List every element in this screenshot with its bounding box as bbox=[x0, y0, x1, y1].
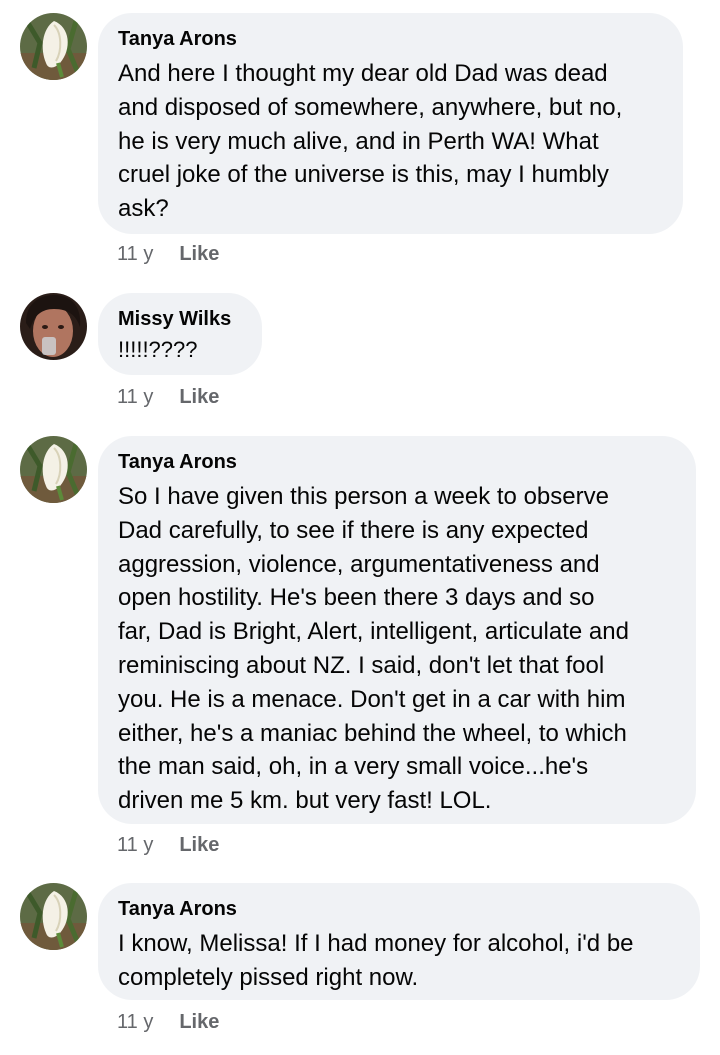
comment-timestamp[interactable]: 11 y bbox=[117, 1010, 153, 1034]
comment-meta: 11 y Like bbox=[117, 833, 219, 857]
like-button[interactable]: Like bbox=[179, 385, 219, 409]
calla-lily-avatar-icon[interactable] bbox=[20, 436, 87, 503]
comment-timestamp[interactable]: 11 y bbox=[117, 242, 153, 266]
woman-photo-avatar-icon[interactable] bbox=[20, 293, 87, 360]
comment-timestamp[interactable]: 11 y bbox=[117, 833, 153, 857]
comment-text: So I have given this person a week to ob… bbox=[118, 483, 629, 815]
comment-meta: 11 y Like bbox=[117, 1010, 219, 1034]
comment-bubble: Tanya Arons And here I thought my dear o… bbox=[98, 13, 683, 234]
comment-author[interactable]: Tanya Arons bbox=[118, 27, 661, 51]
comment-text: !!!!!???? bbox=[118, 337, 198, 362]
like-button[interactable]: Like bbox=[179, 1010, 219, 1034]
comment-bubble: Tanya Arons I know, Melissa! If I had mo… bbox=[98, 883, 700, 1000]
like-button[interactable]: Like bbox=[179, 242, 219, 266]
comment-meta: 11 y Like bbox=[117, 242, 219, 266]
like-button[interactable]: Like bbox=[179, 833, 219, 857]
comment-author[interactable]: Missy Wilks bbox=[118, 307, 240, 331]
comment-timestamp[interactable]: 11 y bbox=[117, 385, 153, 409]
comment-author[interactable]: Tanya Arons bbox=[118, 450, 674, 474]
comment-author[interactable]: Tanya Arons bbox=[118, 897, 678, 921]
comment-meta: 11 y Like bbox=[117, 385, 219, 409]
comment-bubble: Tanya Arons So I have given this person … bbox=[98, 436, 696, 824]
comment-text: I know, Melissa! If I had money for alco… bbox=[118, 930, 634, 991]
calla-lily-avatar-icon[interactable] bbox=[20, 13, 87, 80]
comment-text: And here I thought my dear old Dad was d… bbox=[118, 60, 623, 223]
calla-lily-avatar-icon[interactable] bbox=[20, 883, 87, 950]
comment-bubble: Missy Wilks !!!!!???? bbox=[98, 293, 262, 375]
